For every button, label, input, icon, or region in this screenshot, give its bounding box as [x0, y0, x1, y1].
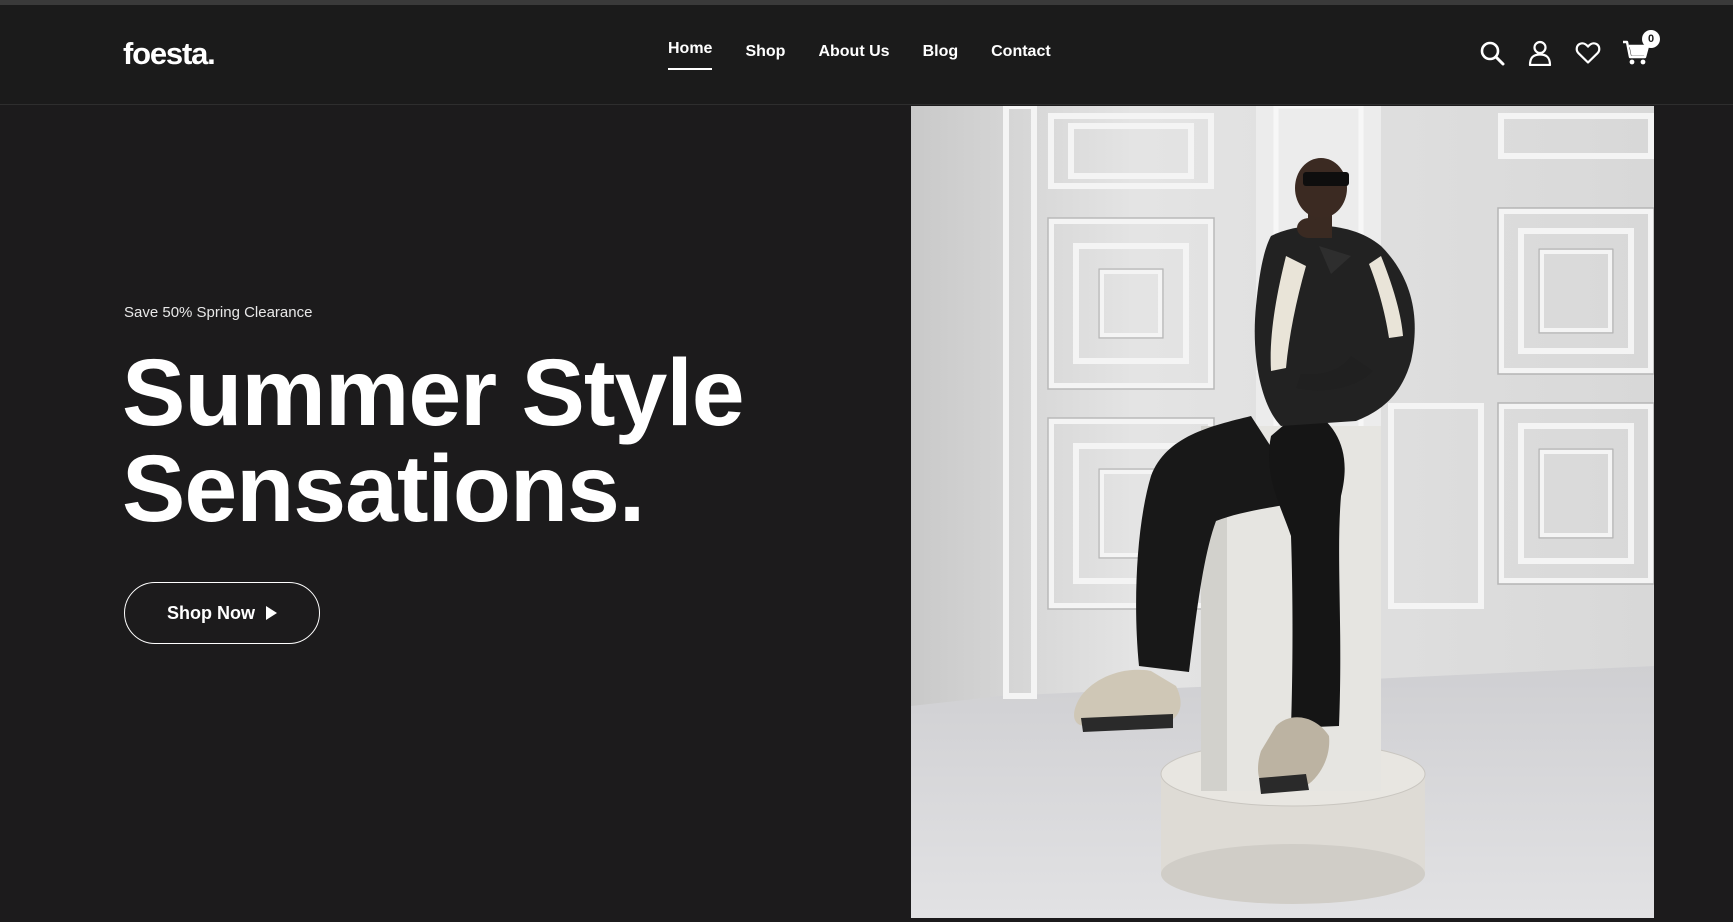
nav-item-shop[interactable]: Shop — [745, 43, 785, 61]
main-nav: Home Shop About Us Blog Contact — [668, 40, 1084, 70]
hero-photo-illustration — [911, 106, 1654, 918]
nav-item-contact[interactable]: Contact — [991, 43, 1051, 61]
play-icon — [266, 606, 277, 620]
header-icons: 0 — [1478, 30, 1660, 67]
heart-icon[interactable] — [1574, 39, 1602, 67]
site-header: foesta. Home Shop About Us Blog Contact — [0, 5, 1733, 105]
hero-image — [911, 106, 1654, 918]
hero-title-line-2: Sensations. — [122, 436, 645, 542]
hero-title: Summer Style Sensations. — [122, 345, 772, 537]
cart-icon[interactable]: 0 — [1622, 30, 1660, 67]
nav-item-blog[interactable]: Blog — [923, 43, 959, 61]
nav-item-home[interactable]: Home — [668, 40, 713, 70]
shop-now-label: Shop Now — [167, 602, 255, 623]
brand-logo[interactable]: foesta. — [123, 36, 216, 72]
hero-title-line-1: Summer Style — [122, 340, 745, 446]
search-icon[interactable] — [1478, 39, 1506, 67]
cart-count-badge: 0 — [1642, 30, 1660, 48]
nav-item-about-us[interactable]: About Us — [818, 43, 889, 61]
user-icon[interactable] — [1526, 39, 1554, 67]
shop-now-button[interactable]: Shop Now — [124, 582, 320, 644]
hero-subtitle: Save 50% Spring Clearance — [124, 304, 313, 321]
